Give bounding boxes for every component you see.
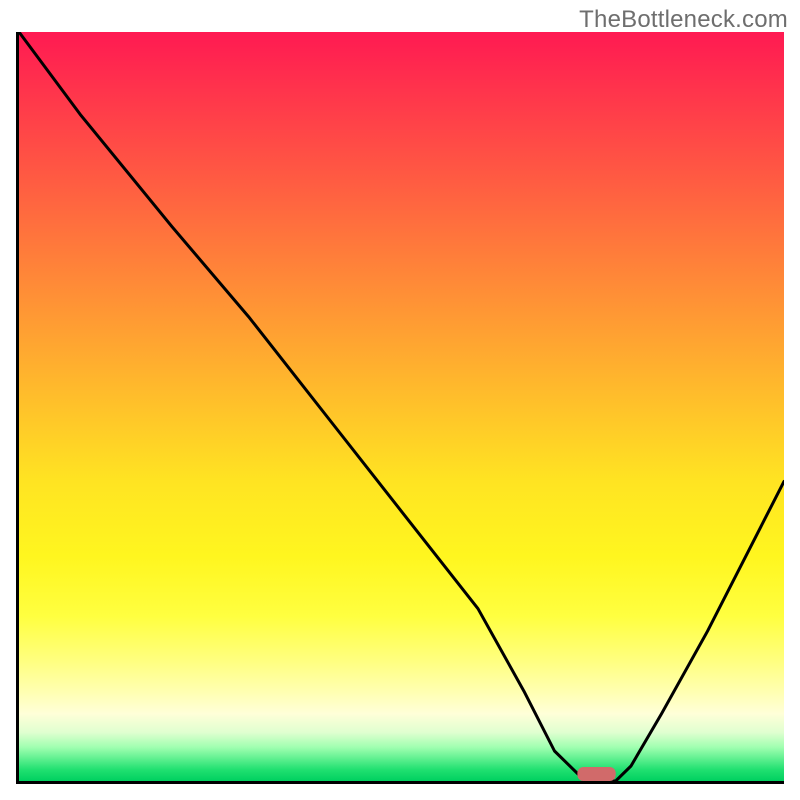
watermark-text: TheBottleneck.com (579, 6, 788, 34)
plot-area (16, 32, 784, 784)
bottleneck-chart: TheBottleneck.com (0, 0, 800, 800)
gradient-background (19, 32, 784, 781)
